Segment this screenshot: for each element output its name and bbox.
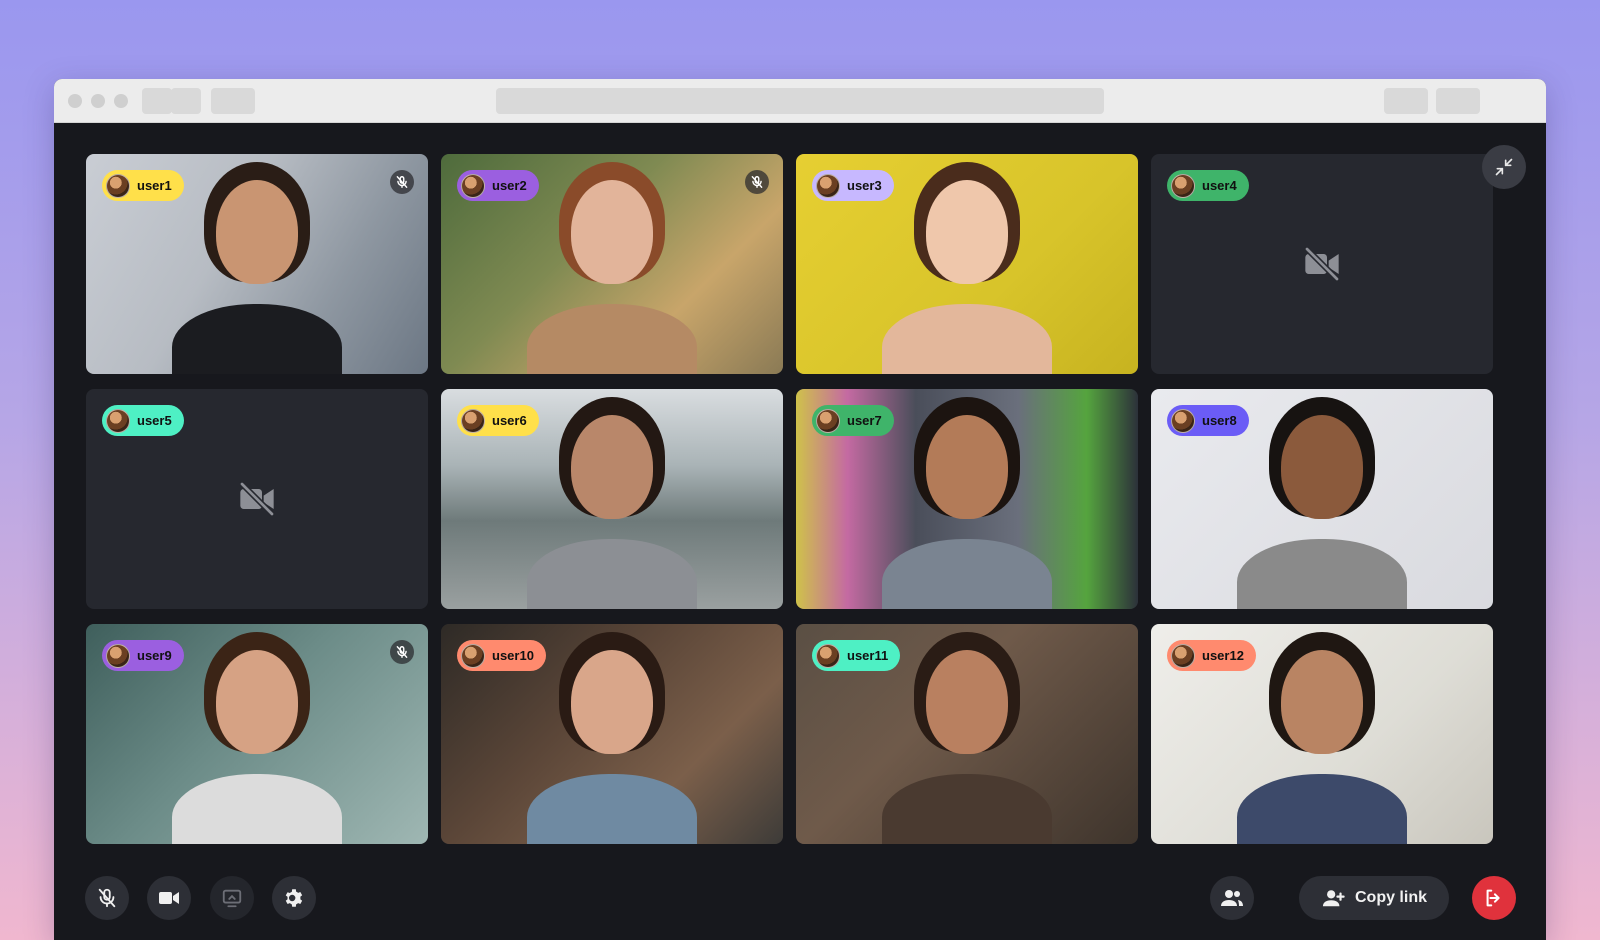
camera-off-icon <box>239 481 275 517</box>
participant-name: user6 <box>492 413 527 428</box>
browser-back-button[interactable] <box>142 88 172 114</box>
browser-forward-button[interactable] <box>171 88 201 114</box>
participant-name-badge: user4 <box>1167 170 1249 201</box>
avatar <box>106 173 130 198</box>
participant-tile[interactable]: user4 <box>1151 154 1493 374</box>
mic-off-icon <box>396 176 408 188</box>
participant-tile[interactable]: user7 <box>796 389 1138 609</box>
participant-name: user8 <box>1202 413 1237 428</box>
people-icon <box>1221 890 1243 906</box>
participant-name: user12 <box>1202 648 1244 663</box>
participant-name-badge: user7 <box>812 405 894 436</box>
participant-tile[interactable]: user11 <box>796 624 1138 844</box>
settings-button[interactable] <box>272 876 316 920</box>
participant-name-badge: user8 <box>1167 405 1249 436</box>
participant-name: user11 <box>847 648 889 663</box>
participant-tile[interactable]: user5 <box>86 389 428 609</box>
avatar <box>106 408 130 433</box>
participant-name-badge: user5 <box>102 405 184 436</box>
participant-name: user10 <box>492 648 534 663</box>
browser-window: user1 user2 user3 user4 user5 user6 user7 user8… <box>54 79 1546 940</box>
participant-name: user9 <box>137 648 172 663</box>
participant-name-badge: user12 <box>1167 640 1256 671</box>
mic-off-icon <box>98 888 116 908</box>
address-bar[interactable] <box>496 88 1104 114</box>
participant-name-badge: user3 <box>812 170 894 201</box>
participant-name: user4 <box>1202 178 1237 193</box>
participants-button[interactable] <box>1210 876 1254 920</box>
camera-off-icon <box>1304 246 1340 282</box>
avatar <box>1171 173 1195 198</box>
add-person-icon <box>1322 890 1345 907</box>
video-camera-icon <box>159 892 179 904</box>
call-toolbar: Copy link <box>54 860 1546 940</box>
avatar <box>461 173 485 198</box>
participant-name: user2 <box>492 178 527 193</box>
participant-name-badge: user10 <box>457 640 546 671</box>
participant-name-badge: user2 <box>457 170 539 201</box>
participant-tile[interactable]: user1 <box>86 154 428 374</box>
participant-tile[interactable]: user2 <box>441 154 783 374</box>
participant-tile[interactable]: user8 <box>1151 389 1493 609</box>
window-minimize-dot[interactable] <box>91 94 105 108</box>
participant-tile[interactable]: user6 <box>441 389 783 609</box>
call-stage: user1 user2 user3 user4 user5 user6 user7 user8… <box>54 123 1546 940</box>
exit-door-icon <box>1486 889 1500 907</box>
participant-name-badge: user1 <box>102 170 184 201</box>
avatar <box>1171 643 1195 668</box>
participant-name-badge: user6 <box>457 405 539 436</box>
browser-share-button[interactable] <box>1384 88 1428 114</box>
avatar <box>816 408 840 433</box>
mic-off-icon <box>751 176 763 188</box>
leave-call-button[interactable] <box>1472 876 1516 920</box>
screen-share-icon <box>222 889 242 908</box>
muted-indicator <box>390 640 414 664</box>
gear-icon <box>285 889 303 907</box>
avatar <box>816 173 840 198</box>
browser-sidebar-button[interactable] <box>211 88 255 114</box>
camera-toggle-button[interactable] <box>147 876 191 920</box>
mic-off-icon <box>396 646 408 658</box>
participant-name: user3 <box>847 178 882 193</box>
muted-indicator <box>745 170 769 194</box>
avatar <box>1171 408 1195 433</box>
participant-name: user1 <box>137 178 172 193</box>
avatar <box>816 643 840 668</box>
window-maximize-dot[interactable] <box>114 94 128 108</box>
exit-fullscreen-button[interactable] <box>1482 145 1526 189</box>
screen-share-button[interactable] <box>210 876 254 920</box>
avatar <box>461 408 485 433</box>
participant-tile[interactable]: user9 <box>86 624 428 844</box>
copy-link-label: Copy link <box>1354 889 1427 906</box>
browser-chrome <box>54 79 1546 123</box>
mic-toggle-button[interactable] <box>85 876 129 920</box>
window-close-dot[interactable] <box>68 94 82 108</box>
muted-indicator <box>390 170 414 194</box>
participant-name-badge: user9 <box>102 640 184 671</box>
participant-tile[interactable]: user3 <box>796 154 1138 374</box>
participant-tile[interactable]: user10 <box>441 624 783 844</box>
copy-link-button[interactable]: Copy link <box>1299 876 1449 920</box>
avatar <box>106 643 130 668</box>
participant-name: user5 <box>137 413 172 428</box>
avatar <box>461 643 485 668</box>
participant-name-badge: user11 <box>812 640 901 671</box>
participant-tile[interactable]: user12 <box>1151 624 1493 844</box>
browser-tabs-button[interactable] <box>1436 88 1480 114</box>
minimize-arrows-icon <box>1495 158 1513 176</box>
participant-name: user7 <box>847 413 882 428</box>
